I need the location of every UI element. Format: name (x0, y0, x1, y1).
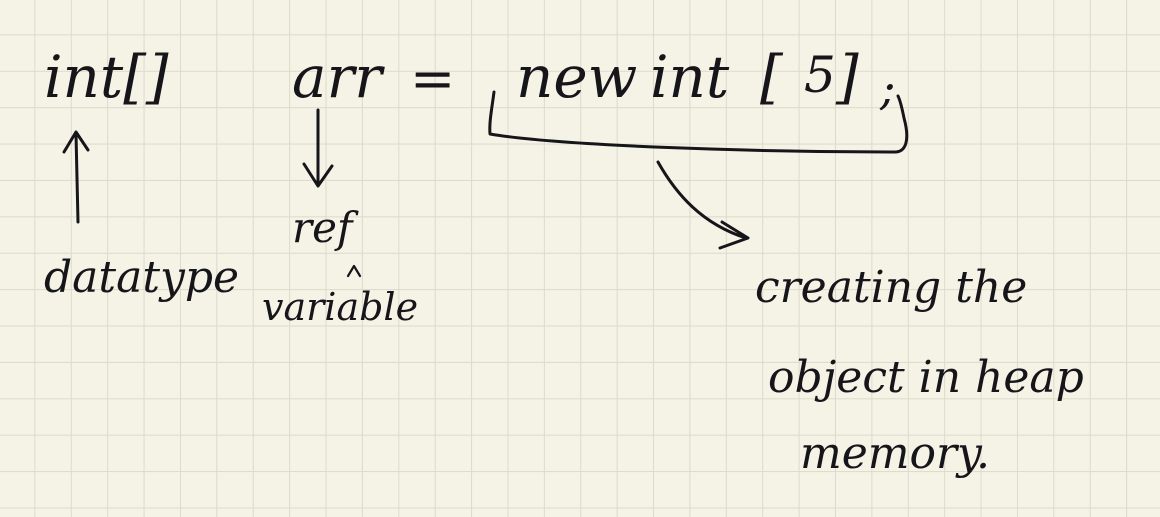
code-size-open-bracket: [ (760, 43, 784, 111)
variable-label: variable (262, 285, 418, 329)
heap-note-line-2: object in heap (768, 352, 1084, 403)
whiteboard-canvas: int[] arr = new int [ 5 ] ; datatype ref… (44, 43, 1084, 479)
code-semicolon: ; (879, 61, 896, 115)
datatype-label: datatype (44, 252, 239, 303)
code-line: int[] arr = new int [ 5 ] ; (44, 43, 896, 115)
heap-annotation: creating the object in heap memory. (488, 90, 1084, 479)
code-type: int[] (44, 43, 169, 111)
code-alloc-type: int (650, 43, 730, 111)
code-array-size: 5 (804, 46, 836, 104)
code-variable-name: arr (292, 43, 385, 111)
code-size-close-bracket: ] (835, 43, 859, 111)
code-new-keyword: new (516, 43, 637, 111)
ref-variable-annotation: ref variable (262, 108, 418, 329)
heap-note-line-1: creating the (755, 262, 1027, 313)
code-equals-sign: = (410, 47, 455, 110)
ref-label: ref (292, 203, 359, 252)
up-arrow-icon (62, 130, 90, 224)
curved-arrow-icon (656, 160, 750, 250)
caret-mark-icon (346, 264, 362, 278)
datatype-annotation: datatype (44, 130, 239, 303)
down-arrow-icon (302, 108, 334, 188)
heap-note-line-3: memory. (800, 428, 990, 479)
